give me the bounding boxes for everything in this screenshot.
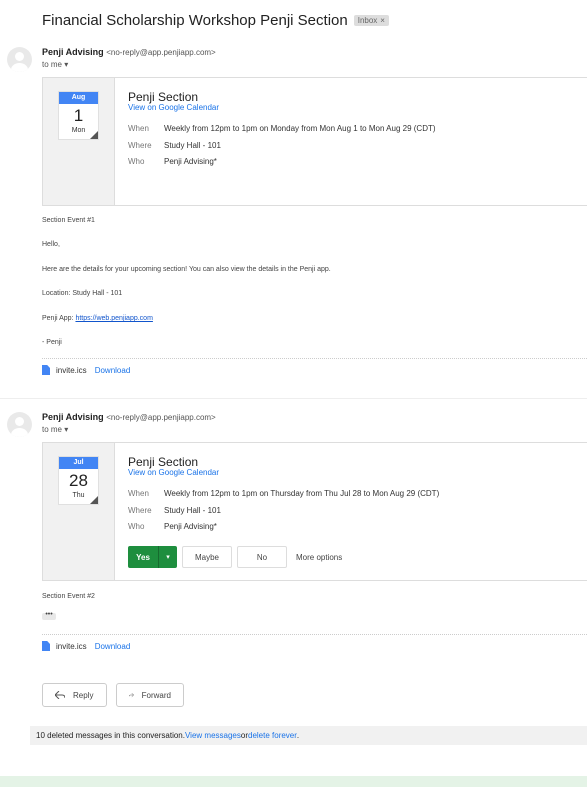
reply-button[interactable]: Reply (42, 683, 107, 707)
body-line-1: Section Event #2 (42, 593, 95, 600)
sender-name[interactable]: Penji Advising (42, 412, 104, 422)
calendar-date-icon: Aug 1 Mon (58, 91, 99, 140)
remove-label-icon[interactable]: × (380, 16, 385, 25)
forward-button[interactable]: Forward (116, 683, 184, 707)
body-line-3: Here are the details for your upcoming s… (42, 266, 331, 273)
download-link[interactable]: Download (95, 366, 131, 375)
calendar-invite-card: Jul 28 Thu Penji Section View on Google … (42, 442, 587, 581)
inbox-label-text: Inbox (357, 16, 378, 25)
forward-label: Forward (141, 690, 171, 700)
event-who-row: Who Penji Advising* (128, 157, 217, 166)
calendar-month: Aug (59, 92, 98, 104)
bottom-strip (0, 776, 587, 787)
conversation-subject: Financial Scholarship Workshop Penji Sec… (42, 12, 389, 29)
invite-sidebar: Jul 28 Thu (43, 443, 115, 580)
file-icon (42, 365, 50, 375)
show-trimmed-content-button[interactable]: ••• (42, 611, 56, 620)
view-calendar-link[interactable]: View on Google Calendar (128, 103, 219, 112)
sender-avatar[interactable] (7, 47, 32, 72)
rsvp-buttons: Yes ▾ Maybe No More options (128, 546, 342, 568)
view-calendar-link[interactable]: View on Google Calendar (128, 468, 219, 477)
download-link[interactable]: Download (95, 642, 131, 651)
attachment-name[interactable]: invite.ics (56, 366, 87, 375)
view-messages-link[interactable]: View messages (185, 731, 241, 740)
attachment-name[interactable]: invite.ics (56, 642, 87, 651)
penji-app-link[interactable]: https://web.penjiapp.com (75, 315, 152, 322)
calendar-fold-icon (90, 131, 98, 139)
sender-line: Penji Advising <no-reply@app.penjiapp.co… (42, 412, 216, 422)
attachment-row: invite.ics Download (42, 365, 130, 375)
attachment-divider (42, 634, 587, 635)
event-when-row: When Weekly from 12pm to 1pm on Monday f… (128, 124, 436, 133)
where-value: Study Hall - 101 (164, 506, 221, 515)
body-line-2: Hello, (42, 241, 60, 248)
where-label: Where (128, 141, 152, 150)
where-value: Study Hall - 101 (164, 141, 221, 150)
rsvp-yes-dropdown-icon[interactable]: ▾ (158, 546, 177, 568)
forward-icon (129, 692, 134, 698)
sender-line: Penji Advising <no-reply@app.penjiapp.co… (42, 47, 216, 57)
attachment-row: invite.ics Download (42, 641, 130, 651)
delete-forever-link[interactable]: delete forever (248, 731, 297, 740)
sender-avatar[interactable] (7, 412, 32, 437)
sender-email: <no-reply@app.penjiapp.com> (106, 48, 216, 57)
message-separator (0, 398, 587, 399)
deleted-messages-notice: 10 deleted messages in this conversation… (30, 726, 587, 745)
event-title: Penji Section (128, 455, 199, 469)
invite-sidebar: Aug 1 Mon (43, 78, 115, 205)
event-when-row: When Weekly from 12pm to 1pm on Thursday… (128, 489, 439, 498)
sender-name[interactable]: Penji Advising (42, 47, 104, 57)
who-label: Who (128, 522, 145, 531)
recipient-line[interactable]: to me ▾ (42, 425, 68, 434)
recipient-text: to me (42, 425, 63, 434)
penji-app-label: Penji App: (42, 315, 76, 322)
who-label: Who (128, 157, 145, 166)
event-who-row: Who Penji Advising* (128, 522, 217, 531)
subject-title: Financial Scholarship Workshop Penji Sec… (42, 12, 348, 29)
when-value: Weekly from 12pm to 1pm on Thursday from… (164, 489, 440, 498)
rsvp-no-button[interactable]: No (237, 546, 287, 568)
calendar-month: Jul (59, 457, 98, 469)
calendar-invite-card: Aug 1 Mon Penji Section View on Google C… (42, 77, 587, 206)
when-label: When (128, 124, 149, 133)
chevron-down-icon[interactable]: ▾ (64, 60, 68, 69)
inbox-label[interactable]: Inbox × (353, 15, 389, 26)
calendar-date-icon: Jul 28 Thu (58, 456, 99, 505)
event-title: Penji Section (128, 90, 199, 104)
calendar-day: 1 (73, 106, 84, 125)
recipient-text: to me (42, 60, 63, 69)
deleted-or: or (240, 731, 248, 740)
sender-email: <no-reply@app.penjiapp.com> (106, 413, 216, 422)
chevron-down-icon[interactable]: ▾ (64, 425, 68, 434)
calendar-day: 28 (69, 471, 88, 490)
attachment-divider (42, 358, 587, 359)
event-where-row: Where Study Hall - 101 (128, 141, 221, 150)
body-line-4: Location: Study Hall - 101 (42, 290, 123, 297)
file-icon (42, 641, 50, 651)
calendar-fold-icon (90, 496, 98, 504)
deleted-text: 10 deleted messages in this conversation… (36, 731, 185, 740)
when-label: When (128, 489, 149, 498)
body-line-5: Penji App: https://web.penjiapp.com (42, 315, 153, 322)
who-value[interactable]: Penji Advising* (164, 522, 217, 531)
where-label: Where (128, 506, 152, 515)
who-value[interactable]: Penji Advising* (164, 157, 217, 166)
recipient-line[interactable]: to me ▾ (42, 60, 68, 69)
rsvp-maybe-button[interactable]: Maybe (182, 546, 232, 568)
event-where-row: Where Study Hall - 101 (128, 506, 221, 515)
reply-label: Reply (73, 690, 94, 700)
rsvp-yes-button[interactable]: Yes (128, 546, 158, 568)
reply-icon (55, 691, 65, 699)
deleted-end: . (296, 731, 300, 740)
more-options-link[interactable]: More options (296, 553, 342, 562)
body-line-6: - Penji (42, 339, 62, 346)
when-value: Weekly from 12pm to 1pm on Monday from M… (164, 124, 436, 133)
body-line-1: Section Event #1 (42, 217, 95, 224)
